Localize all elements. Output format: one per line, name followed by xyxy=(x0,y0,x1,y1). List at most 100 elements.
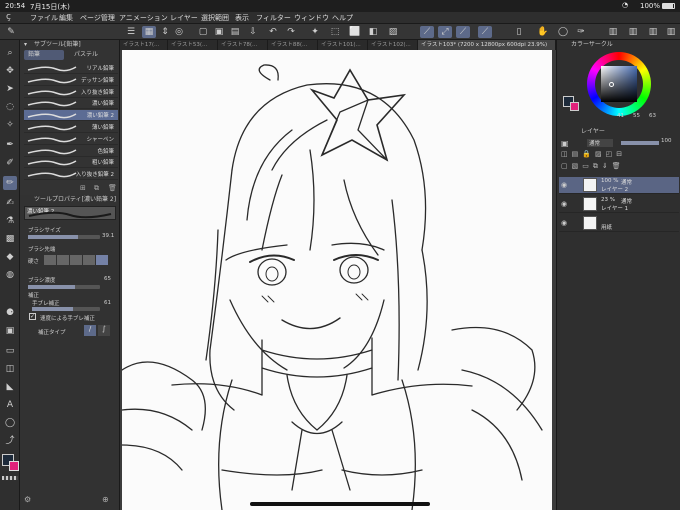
canvas-view-icon[interactable]: ▦ xyxy=(142,26,156,38)
menu-window[interactable]: ウィンドウ xyxy=(294,13,329,23)
copy-layer-icon[interactable]: ⧉ xyxy=(593,162,598,174)
transparent-color-icon[interactable] xyxy=(2,476,18,480)
special-ruler-snap-icon[interactable]: ⤢ xyxy=(438,26,452,38)
import-icon[interactable]: ⇩ xyxy=(246,26,260,38)
tab-canvas-4[interactable]: イラスト88(... xyxy=(268,40,318,50)
smartphone-icon[interactable]: ▯ xyxy=(512,26,526,38)
menu-animation[interactable]: アニメーション xyxy=(119,13,168,23)
layer-row[interactable]: ◉ 23 % 通常 レイヤー 1 xyxy=(559,196,679,213)
new-raster-icon[interactable]: ▢ xyxy=(561,162,568,174)
copy-subtool-icon[interactable]: ⧉ xyxy=(94,184,99,193)
decoration-icon[interactable]: ▩ xyxy=(3,232,17,246)
invert-icon[interactable]: ◧ xyxy=(366,26,380,38)
deselect-icon[interactable]: ⬚ xyxy=(328,26,342,38)
undo-icon[interactable]: ↶ xyxy=(266,26,280,38)
zoom-icon[interactable]: ⌕ xyxy=(3,46,17,60)
menu-icon[interactable]: ☰ xyxy=(124,26,138,38)
eraser-icon[interactable]: ◆ xyxy=(3,250,17,264)
redo-icon[interactable]: ↷ xyxy=(284,26,298,38)
operation-icon[interactable]: ➤ xyxy=(3,82,17,96)
clear-icon[interactable]: ✦ xyxy=(308,26,322,38)
arrow-up-down-icon[interactable]: ⇕ xyxy=(158,26,172,38)
correction-type-a-icon[interactable]: / xyxy=(84,325,96,336)
text-icon[interactable]: A xyxy=(3,398,17,412)
subtool-group-pastel[interactable]: パステル xyxy=(74,50,98,60)
tab-canvas-5[interactable]: イラスト101(... xyxy=(318,40,368,50)
reset-properties-icon[interactable]: ⊕ xyxy=(102,495,109,504)
menu-view[interactable]: 表示 xyxy=(235,13,249,23)
color-picker-handle[interactable] xyxy=(609,82,614,87)
merge-icon[interactable]: ⇓ xyxy=(602,162,608,174)
balloon-icon[interactable]: ◯ xyxy=(3,416,17,430)
color-sv-square[interactable] xyxy=(601,66,637,102)
lock-icon[interactable]: 🔒 xyxy=(582,150,591,162)
eyedropper-keys-icon[interactable]: ✑ xyxy=(574,26,588,38)
tab-canvas-active[interactable]: イラスト103* (7200 x 12800px 600dpi 23.9%) xyxy=(418,40,556,50)
perspective-snap-icon[interactable]: ⟋ xyxy=(478,26,492,38)
save-icon[interactable]: ▤ xyxy=(228,26,242,38)
menu-help[interactable]: ヘルプ xyxy=(332,13,353,23)
layout-icon-3[interactable]: ▥ xyxy=(646,26,660,38)
brush-icon[interactable]: ✍ xyxy=(3,196,17,210)
brush-item[interactable]: 濃い鉛筆 xyxy=(24,98,118,110)
layer-prop-icon[interactable]: ▣ xyxy=(561,139,571,149)
layer-row[interactable]: ◉ 100 % 通常 レイヤー 2 xyxy=(559,177,679,194)
airbrush-icon[interactable]: ⚗ xyxy=(3,214,17,228)
layout-icon[interactable]: ▥ xyxy=(606,26,620,38)
menu-page[interactable]: ページ管理 xyxy=(80,13,115,23)
brush-item[interactable]: 濃い鉛筆 2 xyxy=(24,110,118,122)
pencil-icon[interactable]: ✏ xyxy=(3,176,17,190)
move-icon[interactable]: ✥ xyxy=(3,64,17,78)
opacity-slider[interactable] xyxy=(621,141,659,145)
tab-canvas-1[interactable]: イラスト17(... xyxy=(120,40,168,50)
reset-view-icon[interactable]: ◎ xyxy=(172,26,186,38)
palette-menu-icon[interactable]: ▾ xyxy=(24,40,27,50)
fill-bucket-icon[interactable]: ⚈ xyxy=(3,306,17,320)
layout-icon-4[interactable]: ▥ xyxy=(664,26,678,38)
stabilization-slider[interactable] xyxy=(32,307,100,311)
ref-icon[interactable]: ▤ xyxy=(572,150,579,162)
lock-alpha-icon[interactable]: ▨ xyxy=(595,150,602,162)
hardness-selector[interactable] xyxy=(44,255,108,265)
frame-icon[interactable]: ◫ xyxy=(3,362,17,376)
layout-icon-2[interactable]: ▥ xyxy=(626,26,640,38)
brush-item[interactable]: 薄い鉛筆 xyxy=(24,122,118,133)
grid-snap-icon[interactable]: ⟋ xyxy=(456,26,470,38)
menu-layer[interactable]: レイヤー xyxy=(170,13,198,23)
brush-size-slider[interactable] xyxy=(28,235,100,239)
cw-sub-color[interactable] xyxy=(570,102,579,111)
figure-icon[interactable]: ▭ xyxy=(3,344,17,358)
app-logo-icon[interactable]: ç xyxy=(6,12,11,22)
lasso-icon[interactable]: ◌ xyxy=(3,100,17,114)
blend-mode-select[interactable]: 通常 xyxy=(587,139,613,147)
eye-icon[interactable]: ◉ xyxy=(561,219,567,227)
gradient-icon[interactable]: ▣ xyxy=(3,324,17,338)
brush-item[interactable]: 色鉛筆 xyxy=(24,146,118,157)
selection-icon[interactable]: ⬜ xyxy=(348,26,362,38)
ruler-layer-icon[interactable]: ⊟ xyxy=(616,150,622,162)
eye-icon[interactable]: ◉ xyxy=(561,181,567,189)
new-folder-icon[interactable]: ▭ xyxy=(582,162,589,174)
settings-icon[interactable]: ✎ xyxy=(4,26,18,38)
wrench-icon[interactable]: ⚙ xyxy=(24,495,31,504)
brush-item[interactable]: 入り抜き鉛筆 xyxy=(24,87,118,98)
menu-filter[interactable]: フィルター xyxy=(256,13,291,23)
new-vector-icon[interactable]: ▧ xyxy=(572,162,579,174)
correction-type-b-icon[interactable]: ∫ xyxy=(98,325,110,336)
modifier-icon[interactable]: ◯ xyxy=(556,26,570,38)
mask-icon[interactable]: ◰ xyxy=(606,150,613,162)
fill-icon[interactable]: ▨ xyxy=(386,26,400,38)
brush-item[interactable]: シャーペン xyxy=(24,134,118,145)
tab-canvas-2[interactable]: イラスト53(... xyxy=(168,40,218,50)
eyedropper-icon[interactable]: ✒ xyxy=(3,138,17,152)
subtool-group-pencil[interactable]: 鉛筆 xyxy=(24,50,64,60)
density-slider[interactable] xyxy=(28,285,100,289)
brush-item[interactable]: デッサン鉛筆 xyxy=(24,75,118,86)
new-canvas-icon[interactable]: ▢ xyxy=(196,26,210,38)
ruler-snap-icon[interactable]: ⟋ xyxy=(420,26,434,38)
tab-canvas-6[interactable]: イラスト102(... xyxy=(368,40,418,50)
blend-icon[interactable]: ◍ xyxy=(3,268,17,282)
menu-file[interactable]: ファイル xyxy=(30,13,58,23)
drawing-canvas[interactable] xyxy=(122,50,552,510)
add-subtool-icon[interactable]: ⊞ xyxy=(80,184,86,192)
